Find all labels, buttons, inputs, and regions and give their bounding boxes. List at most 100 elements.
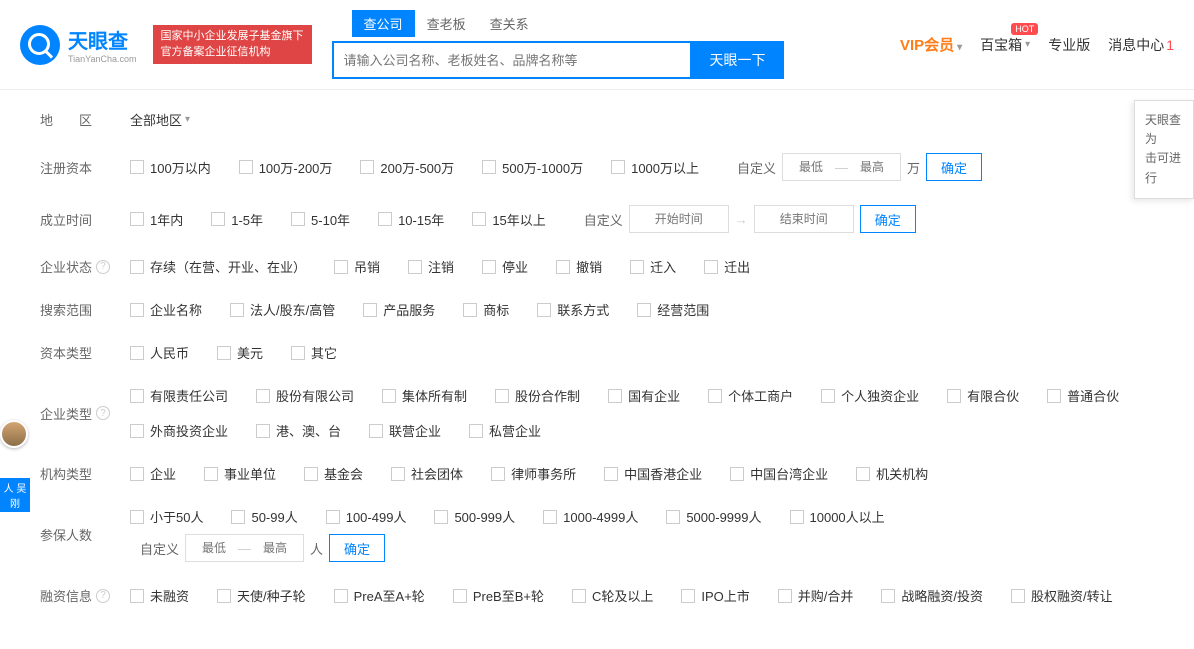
captype-opt-0[interactable]: 人民币 <box>130 343 189 362</box>
finance-opt-7[interactable]: 战略融资/投资 <box>881 586 983 605</box>
scope-opt-2[interactable]: 产品服务 <box>363 300 435 319</box>
tab-relation[interactable]: 查关系 <box>478 10 541 37</box>
finance-opt-0[interactable]: 未融资 <box>130 586 189 605</box>
logo[interactable]: 天眼查 TianYanCha.com <box>20 25 137 65</box>
enttype2-opt-2[interactable]: 联营企业 <box>369 421 441 440</box>
insured-opt-0[interactable]: 小于50人 <box>130 507 203 526</box>
status-opt-1[interactable]: 吊销 <box>334 257 380 276</box>
enttype-opt-5[interactable]: 个体工商户 <box>708 386 793 405</box>
help-icon[interactable]: ? <box>96 406 110 420</box>
capital-opt-3[interactable]: 500万-1000万 <box>482 158 583 177</box>
scope-opt-5[interactable]: 经营范围 <box>637 300 709 319</box>
finance-opt-8[interactable]: 股权融资/转让 <box>1011 586 1113 605</box>
end-date-input[interactable] <box>754 205 854 233</box>
region-select[interactable]: 全部地区▾ <box>130 110 190 129</box>
enttype-opt-2[interactable]: 集体所有制 <box>382 386 467 405</box>
insured-opt-4[interactable]: 1000-4999人 <box>543 507 638 526</box>
founded-opt-0[interactable]: 1年内 <box>130 210 183 229</box>
scope-opt-0[interactable]: 企业名称 <box>130 300 202 319</box>
enttype2-opt-0[interactable]: 外商投资企业 <box>130 421 228 440</box>
capital-confirm-button[interactable]: 确定 <box>926 153 982 181</box>
enttype-opt-6[interactable]: 个人独资企业 <box>821 386 919 405</box>
capital-low-input[interactable] <box>791 160 831 174</box>
checkbox-icon <box>204 467 218 481</box>
search-button[interactable]: 天眼一下 <box>692 41 784 79</box>
status-opt-5[interactable]: 迁入 <box>630 257 676 276</box>
floating-avatar[interactable]: 人 吴刚 <box>0 420 30 512</box>
pro-link[interactable]: 专业版 <box>1048 35 1090 55</box>
insured-confirm-button[interactable]: 确定 <box>329 534 385 562</box>
orgtype-opt-4[interactable]: 律师事务所 <box>491 464 576 483</box>
finance-opt-5[interactable]: IPO上市 <box>681 586 749 605</box>
capital-opt-1[interactable]: 100万-200万 <box>239 158 333 177</box>
capital-opt-4[interactable]: 1000万以上 <box>611 158 699 177</box>
finance-label: 融资信息? <box>40 586 130 605</box>
orgtype-opt-7[interactable]: 机关机构 <box>856 464 928 483</box>
checkbox-icon <box>256 424 270 438</box>
captype-opt-1[interactable]: 美元 <box>217 343 263 362</box>
tab-company[interactable]: 查公司 <box>352 10 415 37</box>
checkbox-icon <box>378 212 392 226</box>
capital-opt-0[interactable]: 100万以内 <box>130 158 211 177</box>
founded-opt-1[interactable]: 1-5年 <box>211 210 263 229</box>
checkbox-icon <box>491 467 505 481</box>
orgtype-opt-3[interactable]: 社会团体 <box>391 464 463 483</box>
status-opt-6[interactable]: 迁出 <box>704 257 750 276</box>
start-date-input[interactable] <box>629 205 729 233</box>
insured-opt-6[interactable]: 10000人以上 <box>790 507 885 526</box>
checkbox-icon <box>360 160 374 174</box>
search-input[interactable] <box>332 41 692 79</box>
enttype2-opt-3[interactable]: 私营企业 <box>469 421 541 440</box>
orgtype-opt-6[interactable]: 中国台湾企业 <box>730 464 828 483</box>
enttype-opt-7[interactable]: 有限合伙 <box>947 386 1019 405</box>
capital-opt-2[interactable]: 200万-500万 <box>360 158 454 177</box>
insured-opt-1[interactable]: 50-99人 <box>231 507 297 526</box>
status-opt-2[interactable]: 注销 <box>408 257 454 276</box>
vip-link[interactable]: VIP会员▾ <box>900 34 962 55</box>
message-link[interactable]: 消息中心1 <box>1108 35 1174 55</box>
finance-opt-2[interactable]: PreA至A+轮 <box>334 586 425 605</box>
orgtype-opt-5[interactable]: 中国香港企业 <box>604 464 702 483</box>
orgtype-opt-0[interactable]: 企业 <box>130 464 176 483</box>
custom-label: 自定义 <box>584 210 623 229</box>
finance-opt-1[interactable]: 天使/种子轮 <box>217 586 306 605</box>
scope-opt-1[interactable]: 法人/股东/高管 <box>230 300 335 319</box>
insured-opt-2[interactable]: 100-499人 <box>326 507 407 526</box>
enttype2-opt-1[interactable]: 港、澳、台 <box>256 421 341 440</box>
insured-high-input[interactable] <box>255 541 295 555</box>
insured-opt-5[interactable]: 5000-9999人 <box>666 507 761 526</box>
logo-text-en: TianYanCha.com <box>68 54 137 64</box>
status-opt-4[interactable]: 撤销 <box>556 257 602 276</box>
finance-opt-3[interactable]: PreB至B+轮 <box>453 586 544 605</box>
scope-opt-3[interactable]: 商标 <box>463 300 509 319</box>
founded-opt-3[interactable]: 10-15年 <box>378 210 444 229</box>
enttype-opt-3[interactable]: 股份合作制 <box>495 386 580 405</box>
enttype-opt-0[interactable]: 有限责任公司 <box>130 386 228 405</box>
founded-confirm-button[interactable]: 确定 <box>860 205 916 233</box>
insured-low-input[interactable] <box>194 541 234 555</box>
scope-opt-4[interactable]: 联系方式 <box>537 300 609 319</box>
status-opt-3[interactable]: 停业 <box>482 257 528 276</box>
orgtype-opt-2[interactable]: 基金会 <box>304 464 363 483</box>
checkbox-icon <box>211 212 225 226</box>
captype-opt-2[interactable]: 其它 <box>291 343 337 362</box>
status-opt-0[interactable]: 存续（在营、开业、在业） <box>130 257 306 276</box>
founded-opt-2[interactable]: 5-10年 <box>291 210 350 229</box>
finance-opt-6[interactable]: 并购/合并 <box>778 586 854 605</box>
founded-opt-4[interactable]: 15年以上 <box>472 210 545 229</box>
toolbox-link[interactable]: HOT 百宝箱▾ <box>980 35 1030 55</box>
help-icon[interactable]: ? <box>96 260 110 274</box>
enttype-opt-1[interactable]: 股份有限公司 <box>256 386 354 405</box>
checkbox-icon <box>291 212 305 226</box>
enttype-opt-4[interactable]: 国有企业 <box>608 386 680 405</box>
checkbox-icon <box>239 160 253 174</box>
finance-opt-4[interactable]: C轮及以上 <box>572 586 653 605</box>
checkbox-icon <box>130 389 144 403</box>
help-icon[interactable]: ? <box>96 589 110 603</box>
enttype-opt-8[interactable]: 普通合伙 <box>1047 386 1119 405</box>
tab-boss[interactable]: 查老板 <box>415 10 478 37</box>
insured-opt-3[interactable]: 500-999人 <box>434 507 515 526</box>
checkbox-icon <box>495 389 509 403</box>
capital-high-input[interactable] <box>852 160 892 174</box>
orgtype-opt-1[interactable]: 事业单位 <box>204 464 276 483</box>
